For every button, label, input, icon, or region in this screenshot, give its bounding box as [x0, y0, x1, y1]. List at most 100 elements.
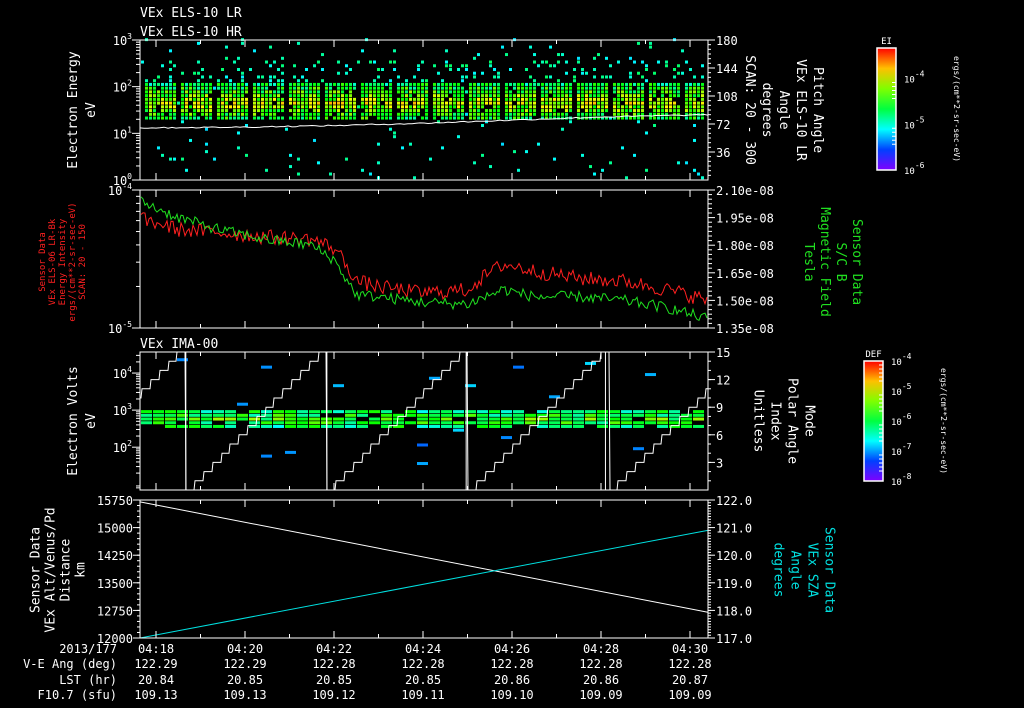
spectrogram-cell: [261, 105, 264, 109]
spectrogram-cell: [185, 112, 188, 116]
spectrogram-cell: [513, 150, 516, 154]
spectrogram-cell: [281, 71, 284, 75]
spectrogram-cell: [589, 82, 592, 86]
spectrogram-cell: [277, 105, 280, 109]
axis-label: Mode: [802, 405, 817, 436]
spectrogram-cell: [521, 105, 524, 109]
spectrogram-cell: [621, 109, 624, 113]
spectrogram-cell: [497, 116, 500, 120]
spectrogram-cell: [241, 109, 244, 113]
spectrogram-cell: [473, 94, 476, 98]
spectrogram-cell: [517, 112, 520, 116]
spectrogram-cell: [681, 421, 692, 425]
spectrogram-cell: [337, 82, 340, 86]
spectrogram-cell: [153, 112, 156, 116]
spectrogram-cell: [189, 410, 200, 414]
spectrogram-cell: [493, 112, 496, 116]
spectrogram-cell: [349, 94, 352, 98]
spectrogram-cell: [649, 116, 652, 120]
spectrogram-cell: [513, 109, 516, 113]
spectrogram-cell: [497, 112, 500, 116]
spectrogram-cell: [569, 94, 572, 98]
spectrogram-cell: [685, 105, 688, 109]
panel-frame: [139, 351, 709, 491]
spectrogram-cell: [417, 105, 420, 109]
tick-label: 10-5: [891, 382, 912, 398]
spectrogram-cell: [265, 94, 268, 98]
spectrogram-cell: [585, 101, 588, 105]
spectrogram-cell: [509, 116, 512, 120]
spectrogram-cell: [417, 101, 420, 105]
spectrogram-cell: [397, 75, 400, 79]
spectrogram-cell: [585, 109, 588, 113]
spectrogram-cell: [409, 116, 412, 120]
spectrogram-cell: [225, 75, 228, 79]
spectrogram-cell: [601, 101, 604, 105]
spectrogram-cell: [185, 94, 188, 98]
spectrogram-cell: [449, 82, 452, 86]
spectrogram-cell: [517, 105, 520, 109]
spectrogram-cell: [281, 101, 284, 105]
spectrogram-cell: [341, 94, 344, 98]
spectrogram-cell: [669, 97, 672, 101]
spectrogram-cell: [453, 90, 456, 94]
spectrogram-cell: [493, 94, 496, 98]
spectrogram-cell: [229, 86, 232, 90]
spectrogram-cell: [617, 90, 620, 94]
spectrogram-cell: [325, 116, 328, 120]
spectrogram-cell: [173, 109, 176, 113]
axis-label: Electron Volts: [66, 366, 81, 476]
spectrogram-cell: [489, 90, 492, 94]
spectrogram-cell: [441, 413, 452, 417]
spectrogram-cell: [701, 86, 704, 90]
time-axis-value: 109.09: [668, 688, 711, 702]
tick-label: 13500: [97, 577, 133, 591]
spectrogram-cell: [693, 424, 704, 428]
colorbar-title: EI: [881, 37, 892, 47]
spectrogram-cell: [665, 86, 668, 90]
spectrogram-cell: [225, 109, 228, 113]
spectrogram-cell: [305, 82, 308, 86]
tick-label: 14250: [97, 549, 133, 563]
spectrogram-cell: [229, 79, 232, 83]
spectrogram-cell: [693, 97, 696, 101]
spectrogram-cell: [469, 109, 472, 113]
spectrogram-cell: [281, 79, 284, 83]
tick-label: 1.95e-08: [716, 212, 774, 226]
spectrogram-cell: [201, 94, 204, 98]
spectrogram-cell: [233, 86, 236, 90]
spectrogram-cell: [441, 86, 444, 90]
spectrogram-cell: [145, 79, 148, 83]
tick-label: 15000: [97, 522, 133, 536]
spectrogram-cell: [509, 109, 512, 113]
spectrogram-cell: [509, 82, 512, 86]
spectrogram-cell: [309, 424, 320, 428]
spectrogram-cell: [345, 417, 356, 421]
spectrogram-cell: [473, 101, 476, 105]
spectrogram-cell: [637, 82, 640, 86]
spectrogram-cell: [461, 101, 464, 105]
spectrogram-cell: [449, 97, 452, 101]
spectrogram-cell: [421, 97, 424, 101]
spectrogram-cell: [605, 97, 608, 101]
spectrogram-cell: [473, 161, 476, 165]
spectrogram-cell: [553, 101, 556, 105]
spectrogram-cell: [417, 82, 420, 86]
spectrogram-cell: [193, 71, 196, 75]
spectrogram-cell: [597, 109, 600, 113]
spectrogram-cell: [349, 90, 352, 94]
spectrogram-cell: [421, 82, 424, 86]
spectrogram-cell: [637, 41, 640, 45]
spectrogram-cell: [341, 82, 344, 86]
spectrogram-cell: [389, 90, 392, 94]
spectrogram-cell: [317, 109, 320, 113]
spectrogram-cell: [477, 413, 488, 417]
spectrogram-cell: [257, 75, 260, 79]
spectrogram-cell: [689, 109, 692, 113]
spectrogram-cell: [525, 150, 528, 154]
spectrogram-cell: [181, 94, 184, 98]
spectrogram-cell: [665, 105, 668, 109]
spectrogram-cell: [345, 112, 348, 116]
spectrogram-cell: [593, 82, 596, 86]
spectrogram-cell: [409, 112, 412, 116]
